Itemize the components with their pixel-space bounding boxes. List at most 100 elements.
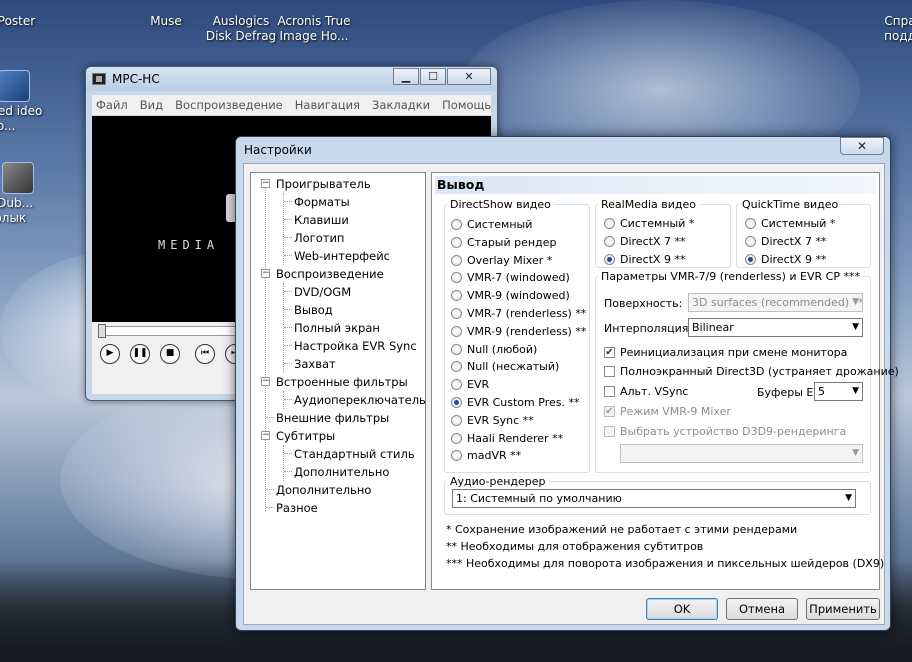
tree-item-web-interface[interactable]: Web-интерфейс [294,249,390,263]
cancel-button[interactable]: Отмена [726,598,798,620]
d3d9-device-select[interactable]: ▼ [620,444,863,463]
page-title: Вывод [435,176,876,194]
vmr-params-legend: Параметры VMR-7/9 (renderless) и EVR CP … [601,270,860,283]
tree-collapse-icon[interactable]: − [261,377,270,386]
tree-item-playback[interactable]: Воспроизведение [276,267,384,281]
realmedia-dx9-radio[interactable]: DirectX 9 ** [604,253,685,266]
directshow-option-label: VMR-9 (windowed) [467,289,570,303]
maximize-button[interactable]: ☐ [420,68,446,85]
desktop-icon-label: Muse [150,14,182,28]
seek-bar[interactable] [98,324,238,338]
alt-vsync-checkbox[interactable]: Альт. VSync [604,385,688,398]
dialog-close-button[interactable]: ✕ [840,137,884,155]
interpolation-label: Интерполяция: [604,322,693,335]
tree-item-fullscreen[interactable]: Полный экран [294,321,380,335]
desktop-icon-acronis[interactable]: Acronis True Image Ho... [272,14,356,44]
desktop-icon-label: Acronis True Image Ho... [277,14,351,43]
directshow-option-radio[interactable]: VMR-7 (windowed) [451,271,570,284]
tree-item-output[interactable]: Вывод [294,303,333,317]
directshow-option-radio[interactable]: VMR-7 (renderless) ** [451,307,586,320]
directshow-option-radio[interactable]: Null (любой) [451,343,537,356]
desktop-icon-muse[interactable]: Muse [124,14,208,29]
menu-file[interactable]: Файл [96,98,128,112]
desktop-icon-auslogics[interactable]: Auslogics Disk Defrag [199,14,283,44]
quicktime-dx7-radio[interactable]: DirectX 7 ** [745,235,826,248]
seek-handle[interactable] [98,324,106,338]
realmedia-legend: RealMedia видео [601,198,696,211]
directshow-option-radio[interactable]: Системный [451,218,532,231]
surface-select[interactable]: 3D surfaces (recommended) ** ▼ [688,293,863,312]
directshow-option-label: Null (несжатый) [467,360,560,374]
mpc-title-bar[interactable]: MPC-HC ▁ ☐ ✕ [86,67,497,91]
directshow-option-radio[interactable]: EVR [451,378,489,391]
directshow-option-radio[interactable]: EVR Sync ** [451,414,534,427]
tree-item-logo[interactable]: Логотип [294,231,344,245]
interpolation-select[interactable]: Bilinear ▼ [688,318,863,337]
directshow-option-radio[interactable]: madVR ** [451,449,521,462]
tree-item-default-style[interactable]: Стандартный стиль [294,447,415,461]
menu-play[interactable]: Воспроизведение [175,98,283,112]
tree-collapse-icon[interactable]: − [261,269,270,278]
d3d9-device-checkbox[interactable]: Выбрать устройство D3D9-рендеринга [604,425,846,438]
stop-icon[interactable]: ■ [160,344,180,364]
apply-button[interactable]: Применить [806,598,880,620]
ok-button[interactable]: OK [646,598,718,620]
radio-indicator [451,325,462,337]
directshow-option-radio[interactable]: VMR-9 (renderless) ** [451,325,586,338]
tree-item-formats[interactable]: Форматы [294,195,350,209]
quicktime-system-radio[interactable]: Системный * [745,217,835,230]
tree-item-misc[interactable]: Разное [276,501,318,515]
desktop-icon-virtualdub[interactable]: ualDub... Ярлык [0,162,48,226]
realmedia-system-radio[interactable]: Системный * [604,217,694,230]
tree-item-audio-switcher[interactable]: Аудиопереключатель [294,393,426,407]
previous-icon[interactable]: ⏮ [195,344,215,364]
menu-navigate[interactable]: Навигация [295,98,360,112]
tree-item-evr-sync[interactable]: Настройка EVR Sync [294,339,417,353]
fullscreen-d3d-checkbox[interactable]: Полноэкранный Direct3D (устраняет дрожан… [604,365,899,378]
pause-icon[interactable]: ❚❚ [130,344,150,364]
minimize-button[interactable]: ▁ [393,68,419,85]
output-page: Вывод DirectShow видео RealMedia видео С… [431,172,899,590]
tree-item-subtitles[interactable]: Субтитры [276,429,335,443]
desktop-icon-help[interactable]: Спра подд [870,14,912,44]
radio-indicator [451,432,462,444]
audio-renderer-select[interactable]: 1: Системный по умолчанию ▼ [452,489,856,508]
tree-item-internal-filters[interactable]: Встроенные фильтры [276,375,408,389]
directshow-option-radio[interactable]: Haali Renderer ** [451,432,563,445]
radio-indicator [451,272,462,284]
directshow-option-radio[interactable]: EVR Custom Pres. ** [451,396,579,409]
dialog-title: Настройки [244,143,312,157]
tree-item-capture[interactable]: Захват [294,357,336,371]
quicktime-dx9-radio[interactable]: DirectX 9 ** [745,253,826,266]
menu-favorites[interactable]: Закладки [372,98,430,112]
tree-item-player[interactable]: Проигрыватель [276,177,371,191]
chevron-down-icon: ▼ [852,322,859,332]
directshow-option-radio[interactable]: Старый рендер [451,236,556,249]
realmedia-dx7-radio[interactable]: DirectX 7 ** [604,235,685,248]
directshow-option-radio[interactable]: Null (несжатый) [451,360,559,373]
tree-collapse-icon[interactable]: − [261,179,270,188]
tree-item-advanced[interactable]: Дополнительно [276,483,371,497]
play-icon[interactable]: ▶ [100,344,120,364]
chevron-down-icon: ▼ [852,386,859,396]
tree-item-subtitles-advanced[interactable]: Дополнительно [294,465,389,479]
radio-indicator [451,361,462,373]
tree-item-external-filters[interactable]: Внешние фильтры [276,411,389,425]
menu-help[interactable]: Помощь [442,98,491,112]
reinit-monitor-checkbox[interactable]: ✔ Реинициализация при смене монитора [604,346,847,359]
directshow-option-radio[interactable]: Overlay Mixer * [451,254,552,267]
mpc-logo-text: MEDIA [158,238,220,252]
directshow-option-radio[interactable]: VMR-9 (windowed) [451,289,570,302]
desktop-icon-artposter[interactable]: artPoster [0,14,50,29]
tree-item-dvd-ogm[interactable]: DVD/OGM [294,285,351,299]
close-button[interactable]: ✕ [447,68,491,85]
evr-buffers-select[interactable]: 5 ▼ [814,382,863,401]
vmr9-mixer-checkbox[interactable]: ✔ Режим VMR-9 Mixer [604,405,731,418]
desktop-icon-video-converter[interactable]: dvanced ideo Co... [0,70,44,134]
radio-indicator [745,236,756,247]
menu-view[interactable]: Вид [140,98,163,112]
settings-title-bar[interactable]: Настройки [236,137,890,163]
tree-collapse-icon[interactable]: − [261,431,270,440]
tree-item-keys[interactable]: Клавиши [294,213,349,227]
chevron-down-icon: ▼ [845,493,852,503]
